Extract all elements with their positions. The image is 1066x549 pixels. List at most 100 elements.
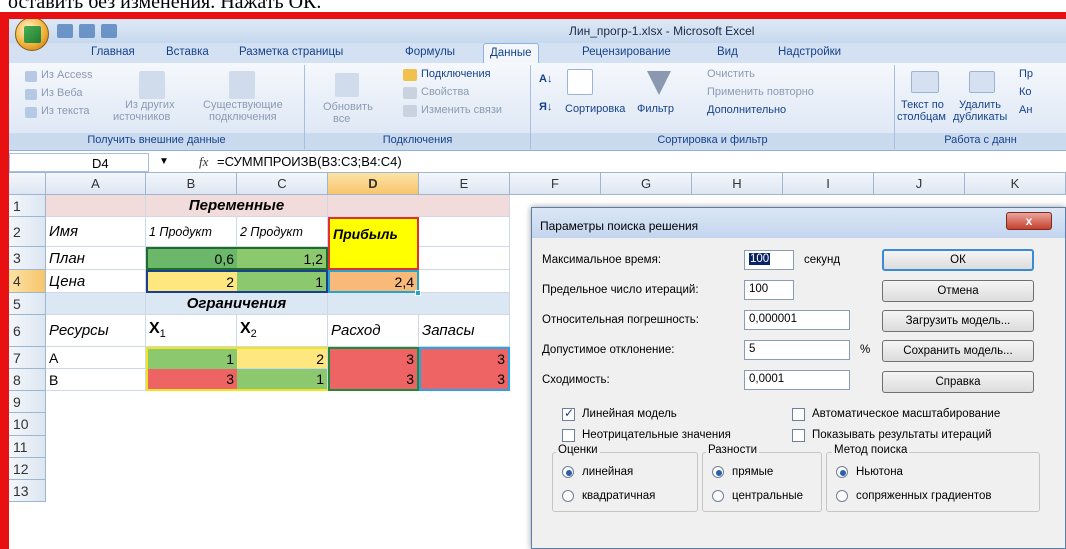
fill-handle[interactable]: [415, 290, 421, 296]
tab-review[interactable]: Рецензирование: [582, 46, 671, 58]
cell-c4[interactable]: 1: [237, 270, 328, 293]
cell-b1[interactable]: Переменные: [146, 195, 328, 217]
column-header-i[interactable]: I: [783, 173, 874, 195]
reapply-button[interactable]: Применить повторно: [707, 86, 814, 98]
sort-za-icon[interactable]: Я↓: [539, 101, 552, 113]
column-header-d[interactable]: D: [328, 173, 419, 195]
tab-home[interactable]: Главная: [91, 46, 135, 58]
properties-button[interactable]: Свойства: [421, 86, 469, 98]
namebox-dropdown-icon[interactable]: ▼: [159, 156, 169, 167]
sort-az-icon[interactable]: A↓: [539, 73, 552, 85]
formula-input[interactable]: =СУММПРОИЗВ(B3:C3;B4:C4): [217, 154, 402, 169]
show-iterations-checkbox[interactable]: [792, 429, 805, 442]
cell-a5[interactable]: [46, 293, 146, 315]
row-header-11[interactable]: 11: [9, 436, 46, 458]
cell-c6[interactable]: X2: [237, 315, 328, 347]
cell-d7[interactable]: 3: [328, 347, 419, 369]
cell-d2[interactable]: Прибыль: [328, 217, 419, 247]
linear-model-checkbox[interactable]: [562, 406, 575, 421]
existing-connections-line1[interactable]: Существующие: [203, 99, 283, 111]
save-model-button[interactable]: Сохранить модель...: [882, 340, 1034, 362]
row-header-12[interactable]: 12: [9, 458, 46, 480]
remove-duplicates-line1[interactable]: Удалить: [959, 99, 1001, 111]
cell-c2[interactable]: 2 Продукт: [237, 217, 328, 247]
from-web-button[interactable]: Из Веба: [41, 87, 83, 99]
tab-insert[interactable]: Вставка: [166, 46, 209, 58]
row-header-7[interactable]: 7: [9, 347, 46, 369]
tab-addins[interactable]: Надстройки: [778, 46, 841, 58]
from-access-button[interactable]: Из Access: [41, 69, 92, 81]
cell-a2[interactable]: Имя: [46, 217, 146, 247]
cell-d6[interactable]: Расход: [328, 315, 419, 347]
estimates-linear-radio[interactable]: [562, 466, 574, 478]
cell-d5[interactable]: [328, 293, 510, 315]
undo-icon[interactable]: [79, 24, 95, 38]
row-header-5[interactable]: 5: [9, 293, 46, 315]
cell-a4[interactable]: Цена: [46, 270, 146, 293]
whatif-button[interactable]: Ан: [1019, 104, 1032, 116]
row-header-4[interactable]: 4: [9, 270, 46, 293]
clear-filter-button[interactable]: Очистить: [707, 68, 755, 80]
connections-button[interactable]: Подключения: [421, 68, 491, 80]
cell-e7[interactable]: 3: [419, 347, 510, 369]
name-box[interactable]: D4: [9, 153, 149, 172]
iterations-input[interactable]: 100: [744, 280, 794, 300]
cell-d1[interactable]: [328, 195, 510, 217]
cell-b5[interactable]: Ограничения: [146, 293, 328, 315]
column-header-e[interactable]: E: [419, 173, 510, 195]
cell-b4[interactable]: 2: [146, 270, 237, 293]
convergence-input[interactable]: 0,0001: [744, 370, 850, 390]
other-sources-line1[interactable]: Из других: [125, 99, 175, 111]
cell-e6[interactable]: Запасы: [419, 315, 510, 347]
text-to-columns-line2[interactable]: столбцам: [897, 111, 946, 123]
tab-view[interactable]: Вид: [717, 46, 738, 58]
row-header-9[interactable]: 9: [9, 391, 46, 413]
column-header-b[interactable]: B: [146, 173, 237, 195]
precision-input[interactable]: 0,000001: [744, 310, 850, 330]
cell-e3[interactable]: [419, 247, 510, 270]
column-header-f[interactable]: F: [510, 173, 601, 195]
existing-connections-line2[interactable]: подключения: [209, 111, 277, 123]
row-header-1[interactable]: 1: [9, 195, 46, 217]
select-all-corner[interactable]: [9, 173, 46, 195]
derivatives-central-radio[interactable]: [712, 490, 724, 502]
auto-scaling-checkbox[interactable]: [792, 408, 805, 421]
max-time-input[interactable]: 100: [744, 250, 794, 270]
row-header-10[interactable]: 10: [9, 413, 46, 436]
tab-page-layout[interactable]: Разметка страницы: [239, 46, 343, 58]
load-model-button[interactable]: Загрузить модель...: [882, 310, 1034, 332]
cell-d4[interactable]: 2,4: [328, 270, 419, 293]
cell-e8[interactable]: 3: [419, 369, 510, 391]
column-header-g[interactable]: G: [601, 173, 692, 195]
cell-c3[interactable]: 1,2: [237, 247, 328, 270]
from-text-button[interactable]: Из текста: [41, 105, 90, 117]
search-newton-radio[interactable]: [836, 466, 848, 478]
cell-b2[interactable]: 1 Продукт: [146, 217, 237, 247]
advanced-filter-button[interactable]: Дополнительно: [707, 104, 786, 116]
consolidate-button[interactable]: Ко: [1019, 86, 1032, 98]
cell-b7[interactable]: 1: [146, 347, 237, 369]
text-to-columns-line1[interactable]: Текст по: [901, 99, 944, 111]
data-validation-button[interactable]: Пр: [1019, 68, 1033, 80]
edit-links-button[interactable]: Изменить связи: [421, 104, 502, 116]
row-header-13[interactable]: 13: [9, 480, 46, 502]
non-negative-checkbox[interactable]: [562, 429, 575, 442]
cell-b3[interactable]: 0,6: [146, 247, 237, 270]
column-header-j[interactable]: J: [874, 173, 965, 195]
column-header-c[interactable]: C: [237, 173, 328, 195]
cell-d8[interactable]: 3: [328, 369, 419, 391]
cell-b6[interactable]: X1: [146, 315, 237, 347]
estimates-quadratic-radio[interactable]: [562, 490, 574, 502]
column-header-h[interactable]: H: [692, 173, 783, 195]
cell-b8[interactable]: 3: [146, 369, 237, 391]
fx-icon[interactable]: fx: [199, 154, 208, 170]
row-header-8[interactable]: 8: [9, 369, 46, 391]
tab-data[interactable]: Данные: [483, 43, 539, 64]
cell-a6[interactable]: Ресурсы: [46, 315, 146, 347]
cell-e4[interactable]: [419, 270, 510, 293]
cell-c8[interactable]: 1: [237, 369, 328, 391]
column-header-k[interactable]: K: [965, 173, 1066, 195]
cell-a7[interactable]: A: [46, 347, 146, 369]
tab-formulas[interactable]: Формулы: [405, 46, 455, 58]
refresh-all-line2[interactable]: все: [333, 113, 350, 125]
